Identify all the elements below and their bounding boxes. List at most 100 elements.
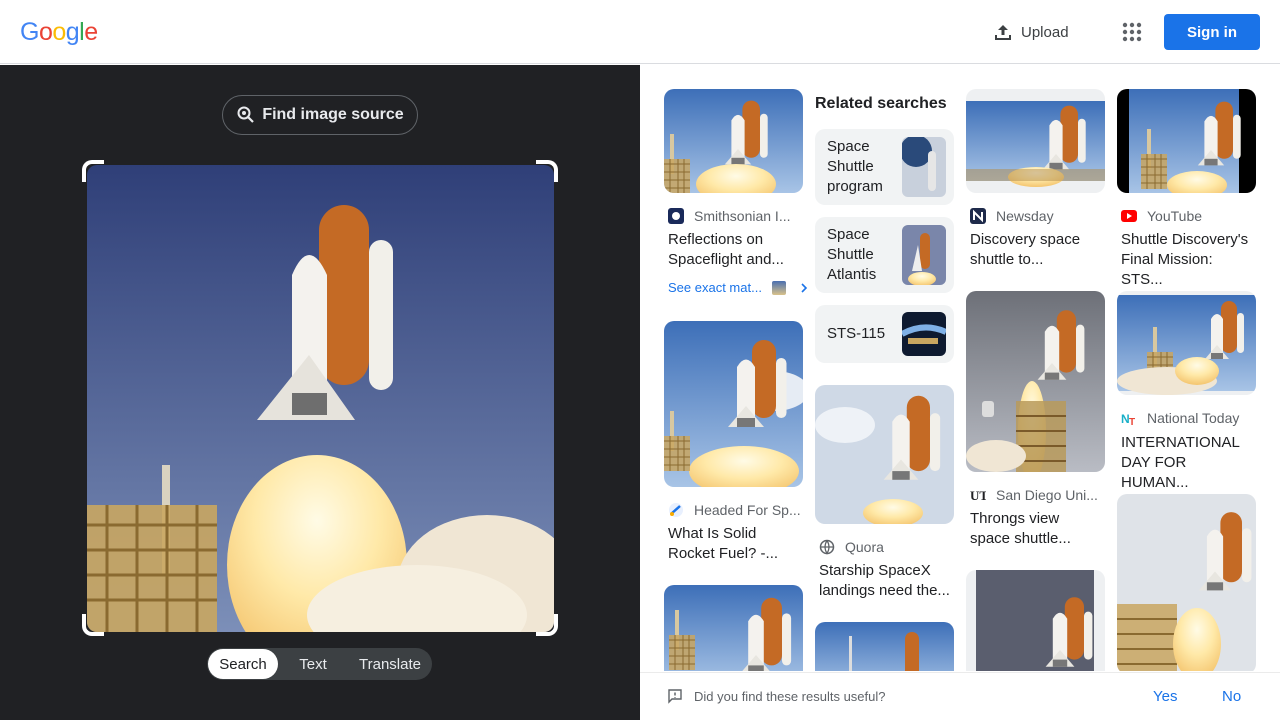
result-source[interactable]: YouTube <box>1121 206 1251 226</box>
rocket-icon <box>668 502 684 518</box>
crop-handle-top-right[interactable] <box>536 160 558 182</box>
chip-label-line: Space <box>827 138 870 155</box>
related-search-chip[interactable]: STS-115 <box>815 305 954 363</box>
result-source-label: Smithsonian I... <box>694 208 791 224</box>
exact-match-thumb <box>771 280 786 295</box>
upload-label: Upload <box>1021 23 1069 41</box>
chip-thumbnail <box>902 137 946 197</box>
lens-search-icon <box>237 106 255 123</box>
visual-matches-panel: Smithsonian I... Reflections on Spacefli… <box>640 65 1280 671</box>
result-source-label: YouTube <box>1147 208 1203 224</box>
svg-text:UT: UT <box>970 488 986 503</box>
result-image[interactable] <box>664 321 803 487</box>
result-title[interactable]: Throngs view space shuttle... <box>970 509 1100 549</box>
result-source[interactable]: Smithsonian I... <box>668 206 798 226</box>
chip-thumbnail <box>902 225 946 285</box>
upload-button[interactable]: Upload <box>994 20 1069 44</box>
result-title[interactable]: Shuttle Discovery's Final Mission: STS..… <box>1121 230 1255 290</box>
search-mode-switcher: Search Text Translate <box>207 648 432 680</box>
feedback-no-button[interactable]: No <box>1222 688 1241 705</box>
result-title[interactable]: What Is Solid Rocket Fuel? -... <box>668 524 798 564</box>
logo-letter: g <box>65 18 80 46</box>
feedback-icon <box>668 689 682 704</box>
result-image[interactable] <box>966 89 1105 193</box>
header-bar: Google Upload Sign in <box>0 0 1280 64</box>
globe-icon <box>819 539 835 555</box>
mode-text-tab[interactable]: Text <box>278 649 348 679</box>
result-source[interactable]: Newsday <box>970 206 1100 226</box>
result-title-line: Reflections on <box>668 231 764 248</box>
svg-text:T: T <box>1129 417 1135 426</box>
nt-icon: NT <box>1121 410 1137 426</box>
newsday-icon <box>970 208 986 224</box>
crop-handle-bottom-left[interactable] <box>82 614 104 636</box>
result-image[interactable] <box>1117 494 1256 671</box>
result-title-line: Spaceflight and... <box>668 251 784 268</box>
result-image[interactable] <box>815 622 954 671</box>
sign-in-button[interactable]: Sign in <box>1164 14 1260 50</box>
result-title-line: Shuttle Discovery's <box>1121 231 1249 248</box>
result-title[interactable]: INTERNATIONAL DAY FOR HUMAN... <box>1121 433 1255 493</box>
crop-handle-top-left[interactable] <box>82 160 104 182</box>
result-source-label: National Today <box>1147 410 1240 426</box>
chip-thumbnail <box>902 312 946 356</box>
result-title-line: DAY FOR HUMAN... <box>1121 454 1189 491</box>
mode-translate-tab[interactable]: Translate <box>348 649 432 679</box>
find-image-source-button[interactable]: Find image source <box>222 95 418 135</box>
result-image[interactable] <box>1117 291 1256 395</box>
chip-label: Space Shuttle Atlantis <box>827 225 876 285</box>
result-title-line: shuttle to... <box>970 251 1044 268</box>
chip-label: STS-115 <box>827 324 885 344</box>
chip-label-line: Shuttle <box>827 158 874 175</box>
result-source-label: Quora <box>845 539 884 555</box>
result-source-label: Newsday <box>996 208 1054 224</box>
apps-grid-icon[interactable] <box>1122 22 1142 42</box>
find-image-source-label: Find image source <box>262 106 404 123</box>
see-exact-matches-label: See exact mat... <box>668 280 762 295</box>
chip-label: Space Shuttle program <box>827 137 883 197</box>
chevron-right-icon <box>801 282 808 293</box>
logo-letter: e <box>84 18 98 46</box>
result-image[interactable] <box>966 291 1105 472</box>
query-image[interactable] <box>87 165 554 632</box>
result-title-line: INTERNATIONAL <box>1121 434 1240 451</box>
result-image[interactable] <box>815 385 954 524</box>
result-image[interactable] <box>1117 89 1256 193</box>
result-title-line: space shuttle... <box>970 530 1071 547</box>
result-image[interactable] <box>664 585 803 671</box>
result-image[interactable] <box>966 570 1105 671</box>
mode-search-tab[interactable]: Search <box>208 649 278 679</box>
chip-label-line: program <box>827 178 883 195</box>
related-search-chip[interactable]: Space Shuttle Atlantis <box>815 217 954 293</box>
logo-letter: o <box>52 18 66 46</box>
feedback-yes-button[interactable]: Yes <box>1153 688 1177 705</box>
smithsonian-icon <box>668 208 684 224</box>
result-title-line: Rocket Fuel? -... <box>668 545 779 562</box>
result-source-label: San Diego Uni... <box>996 487 1098 503</box>
google-logo[interactable]: Google <box>20 18 98 47</box>
result-source[interactable]: Headed For Sp... <box>668 500 802 520</box>
logo-letter: G <box>20 18 39 46</box>
result-title-line: Discovery space <box>970 231 1081 248</box>
result-source-label: Headed For Sp... <box>694 502 801 518</box>
result-image[interactable] <box>664 89 803 193</box>
result-source[interactable]: NT National Today <box>1121 408 1255 428</box>
result-source[interactable]: UT San Diego Uni... <box>970 485 1104 505</box>
result-title[interactable]: Starship SpaceX landings need the... <box>819 561 953 601</box>
result-title[interactable]: Reflections on Spaceflight and... <box>668 230 798 270</box>
ut-icon: UT <box>970 487 986 503</box>
result-title-line: Throngs view <box>970 510 1060 527</box>
related-searches-heading: Related searches <box>815 95 947 112</box>
chip-label-line: Space <box>827 226 870 243</box>
see-exact-matches-link[interactable]: See exact mat... <box>668 280 810 295</box>
crop-handle-bottom-right[interactable] <box>536 614 558 636</box>
feedback-bar: Did you find these results useful? Yes N… <box>640 672 1280 720</box>
logo-letter: o <box>38 18 53 46</box>
query-image-panel: Find image source Search Text Translate <box>0 65 640 720</box>
result-title-line: Starship SpaceX <box>819 562 931 579</box>
related-search-chip[interactable]: Space Shuttle program <box>815 129 954 205</box>
result-source[interactable]: Quora <box>819 537 953 557</box>
result-title[interactable]: Discovery space shuttle to... <box>970 230 1100 270</box>
result-title-line: What Is Solid <box>668 525 757 542</box>
chip-label-line: Shuttle <box>827 246 874 263</box>
